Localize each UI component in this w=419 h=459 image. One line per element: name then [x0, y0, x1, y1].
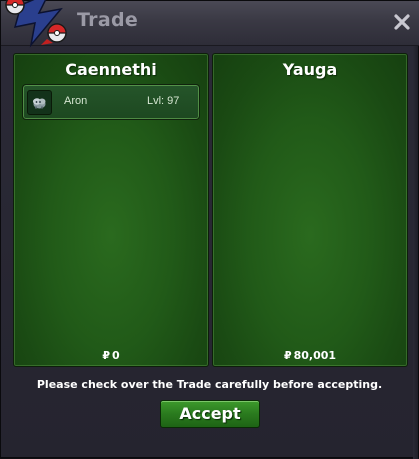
trade-offer-panel-self: Caennethi Aron Lvl: 97 ₽0: [13, 53, 209, 367]
pokedollar-icon: ₽: [102, 349, 110, 362]
pokedollar-icon: ₽: [283, 349, 292, 362]
title-bar[interactable]: Trade: [1, 0, 419, 48]
pokemon-name: Aron: [64, 95, 88, 107]
offered-pokemon-row[interactable]: Aron Lvl: 97: [22, 84, 200, 120]
accept-button[interactable]: Accept: [160, 400, 260, 428]
trade-pokeball-logo-icon: [5, 0, 67, 48]
window-edge: [413, 46, 418, 459]
trader-name-self: Caennethi: [65, 60, 157, 79]
aron-sprite-icon: [27, 90, 52, 115]
trade-notice: Please check over the Trade carefully be…: [36, 378, 383, 391]
window-title: Trade: [77, 9, 139, 31]
close-x-icon[interactable]: [392, 12, 412, 32]
trader-name-partner: Yauga: [282, 60, 338, 79]
money-amount-partner: 80,001: [293, 349, 337, 362]
money-offer-partner: ₽80,001: [213, 349, 407, 362]
money-amount-self: 0: [112, 349, 120, 362]
money-offer-self: ₽0: [14, 349, 208, 362]
trade-offer-panel-partner: Yauga ₽80,001: [212, 53, 408, 367]
trade-window: Trade Caennethi Aron Lvl: 97 ₽ 0 Yauga ₽…: [0, 0, 419, 459]
pokemon-level: Lvl: 97: [147, 95, 180, 107]
